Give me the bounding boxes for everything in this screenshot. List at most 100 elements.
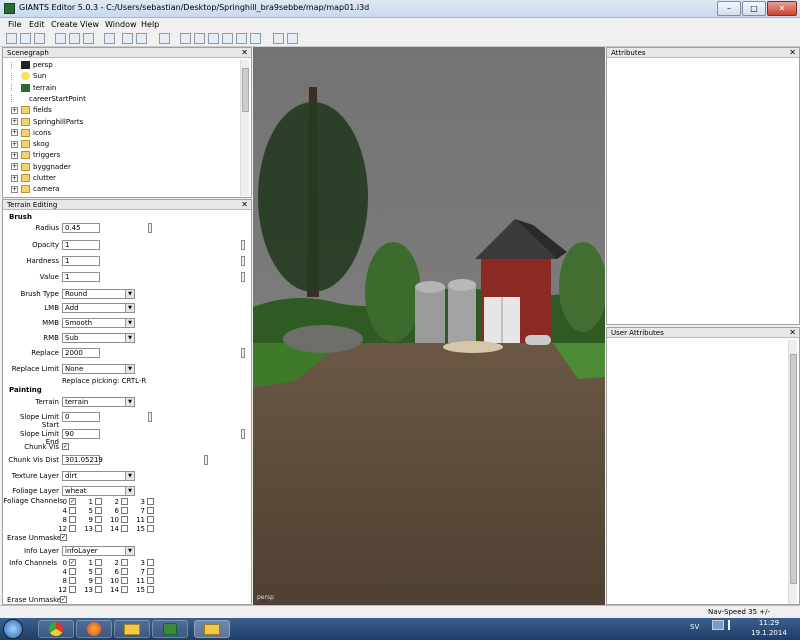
volume-icon[interactable] — [728, 620, 738, 630]
scenegraph-item-careerstartpoint[interactable]: careerStartPoint — [11, 94, 86, 105]
scenegraph-item-clutter[interactable]: + clutter — [11, 173, 56, 184]
maximize-button[interactable]: □ — [742, 1, 766, 16]
menu-window[interactable]: Window — [105, 20, 137, 29]
foliage-channel-checkbox[interactable]: ✓ — [69, 498, 76, 505]
info-channel-checkbox[interactable] — [147, 568, 154, 575]
lmb-select[interactable]: Add ▼ — [62, 303, 135, 313]
terrain-sculpt-icon[interactable] — [208, 33, 219, 44]
chunk-vis-dist-input[interactable]: 301.05219 — [62, 455, 103, 465]
info-channel-checkbox[interactable] — [95, 586, 102, 593]
value-slider[interactable] — [143, 272, 245, 282]
scenegraph-item-springhillparts[interactable]: + SpringhillParts — [11, 117, 83, 128]
user-attributes-scrollbar[interactable] — [788, 340, 797, 604]
network-icon[interactable] — [712, 620, 724, 630]
3d-viewport[interactable]: persp — [253, 47, 605, 605]
hardness-slider[interactable] — [143, 256, 245, 266]
scenegraph-item-icons[interactable]: + icons — [11, 128, 51, 139]
refresh-icon[interactable] — [55, 33, 66, 44]
expand-icon[interactable]: + — [11, 118, 18, 125]
settings-gear-icon[interactable] — [273, 33, 284, 44]
foliage-channel-checkbox[interactable] — [147, 525, 154, 532]
opacity-slider-knob[interactable] — [241, 240, 245, 250]
foliage-channel-checkbox[interactable] — [95, 516, 102, 523]
foliage-channel-checkbox[interactable] — [121, 525, 128, 532]
expand-icon[interactable]: + — [11, 106, 18, 114]
foliage-channel-checkbox[interactable] — [69, 516, 76, 523]
chunk-vis-dist-slider[interactable] — [143, 455, 245, 465]
scene-icon[interactable] — [180, 33, 191, 44]
painting-terrain-select[interactable]: terrain ▼ — [62, 397, 135, 407]
info-channel-checkbox[interactable] — [147, 559, 154, 566]
info-channel-checkbox[interactable] — [95, 577, 102, 584]
history-icon[interactable] — [104, 33, 115, 44]
menu-file[interactable]: File — [8, 20, 21, 29]
explorer-taskbar-icon[interactable] — [114, 620, 150, 638]
erase-unmasked-checkbox-2[interactable]: ✓ — [60, 596, 67, 603]
foliage-channel-checkbox[interactable] — [147, 507, 154, 514]
info-channel-checkbox[interactable] — [69, 586, 76, 593]
terrain-editing-close-icon[interactable]: ✕ — [241, 200, 248, 210]
minimize-button[interactable]: – — [717, 1, 741, 16]
scenegraph-scrollbar[interactable] — [240, 60, 249, 196]
texture-layer-select[interactable]: dirt ▼ — [62, 471, 135, 481]
info-layer-select[interactable]: infoLayer ▼ — [62, 546, 135, 556]
info-channel-checkbox[interactable]: ✓ — [69, 559, 76, 566]
foliage-channel-checkbox[interactable] — [95, 525, 102, 532]
scenegraph-item-sun[interactable]: Sun — [11, 71, 46, 82]
foliage-channel-checkbox[interactable] — [121, 516, 128, 523]
expand-icon[interactable]: + — [11, 151, 18, 159]
clock-date[interactable]: 19.1.2014 — [745, 629, 793, 637]
chunk-vis-dist-slider-knob[interactable] — [204, 455, 208, 465]
foliage-channel-checkbox[interactable] — [69, 525, 76, 532]
scenegraph-item-persp[interactable]: persp — [11, 60, 53, 71]
redo-icon[interactable] — [136, 33, 147, 44]
slope-end-input[interactable]: 90 — [62, 429, 100, 439]
scenegraph-close-icon[interactable]: ✕ — [241, 48, 248, 58]
play-icon[interactable] — [159, 33, 170, 44]
info-channel-checkbox[interactable] — [121, 586, 128, 593]
expand-icon[interactable]: + — [11, 174, 18, 182]
menu-create[interactable]: Create — [51, 20, 78, 29]
magnet-icon[interactable] — [194, 33, 205, 44]
clock-time[interactable]: 11:29 — [745, 619, 793, 627]
value-slider-knob[interactable] — [241, 272, 245, 282]
user-attributes-close-icon[interactable]: ✕ — [789, 328, 796, 338]
slope-start-slider[interactable] — [143, 412, 245, 422]
start-button[interactable] — [3, 619, 23, 639]
slope-end-slider-knob[interactable] — [241, 429, 245, 439]
chrome-taskbar-icon[interactable] — [38, 620, 74, 638]
foliage-channel-checkbox[interactable] — [121, 498, 128, 505]
replace-slider-knob[interactable] — [241, 348, 245, 358]
foliage-channel-checkbox[interactable] — [147, 516, 154, 523]
foliage-paint-icon[interactable] — [236, 33, 247, 44]
import-icon[interactable] — [34, 33, 45, 44]
radius-input[interactable]: 0.45 — [62, 223, 100, 233]
grass-icon[interactable] — [250, 33, 261, 44]
foliage-channel-checkbox[interactable] — [121, 507, 128, 514]
menu-edit[interactable]: Edit — [29, 20, 45, 29]
hardness-slider-knob[interactable] — [241, 256, 245, 266]
slope-start-input[interactable]: 0 — [62, 412, 100, 422]
scenegraph-item-terrain[interactable]: terrain — [11, 83, 56, 94]
opacity-input[interactable]: 1 — [62, 240, 100, 250]
replace-input[interactable]: 2000 — [62, 348, 100, 358]
user-attributes-scroll-thumb[interactable] — [790, 354, 797, 584]
rmb-select[interactable]: Sub ▼ — [62, 333, 135, 343]
firefox-taskbar-icon[interactable] — [76, 620, 112, 638]
terrain-paint-icon[interactable] — [222, 33, 233, 44]
replace-slider[interactable] — [143, 348, 245, 358]
attributes-close-icon[interactable]: ✕ — [789, 48, 796, 58]
brush-type-select[interactable]: Round ▼ — [62, 289, 135, 299]
opacity-slider[interactable] — [143, 240, 245, 250]
active-window-taskbar-icon[interactable] — [194, 620, 230, 638]
language-indicator[interactable]: SV — [690, 623, 699, 631]
save-as-icon[interactable] — [83, 33, 94, 44]
info-channel-checkbox[interactable] — [121, 577, 128, 584]
info-channel-checkbox[interactable] — [121, 568, 128, 575]
expand-icon[interactable]: + — [11, 163, 18, 171]
scenegraph-scroll-thumb[interactable] — [242, 68, 249, 112]
value-input[interactable]: 1 — [62, 272, 100, 282]
new-file-icon[interactable] — [6, 33, 17, 44]
scenegraph-item-camera[interactable]: + camera — [11, 184, 59, 195]
mmb-select[interactable]: Smooth ▼ — [62, 318, 135, 328]
